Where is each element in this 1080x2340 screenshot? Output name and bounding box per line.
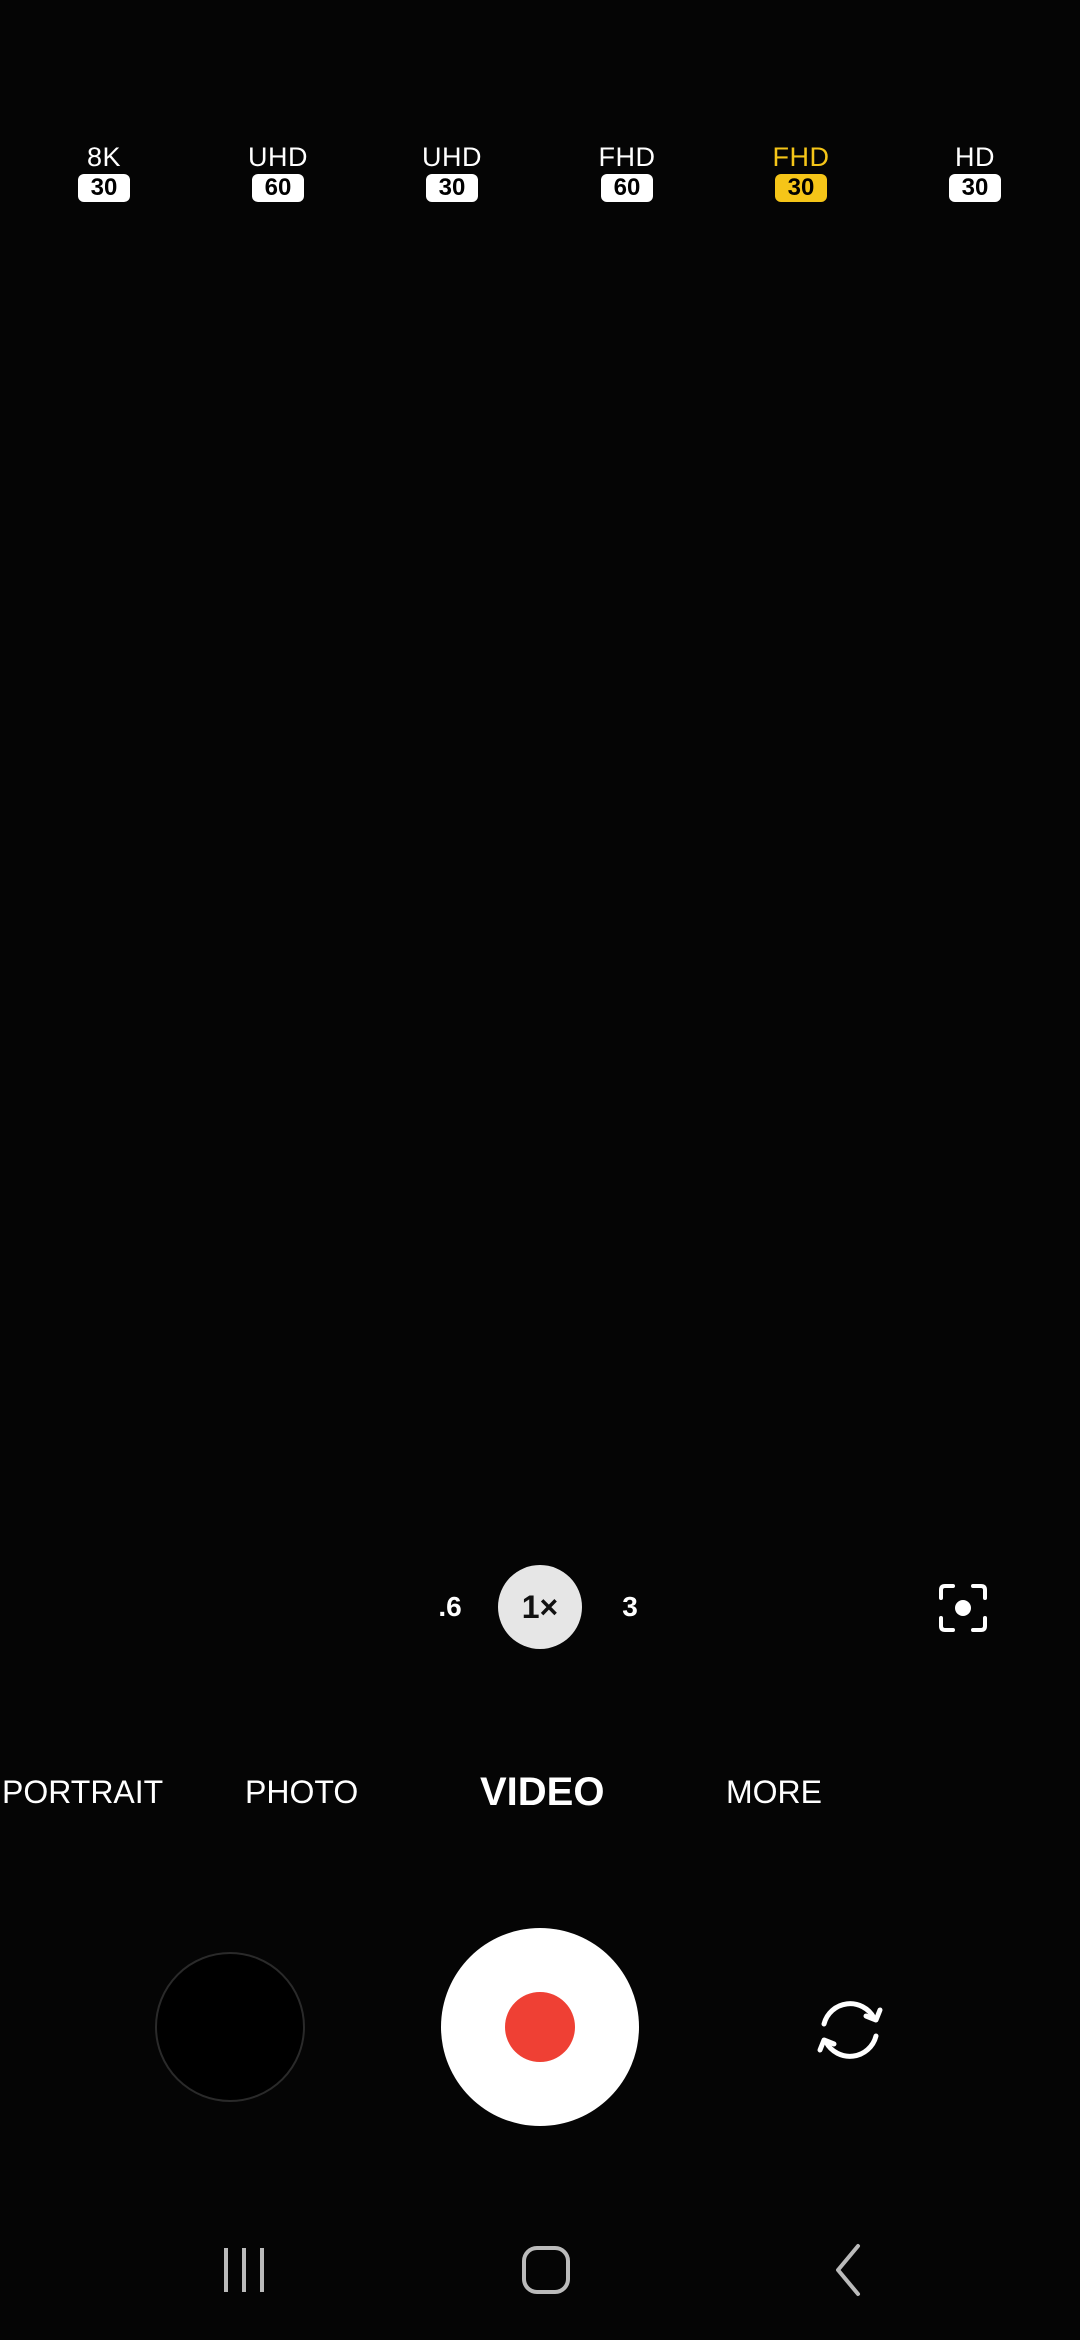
resolution-option-hd-30[interactable]: HD 30 [905, 140, 1045, 202]
home-icon[interactable] [506, 2240, 586, 2300]
resolution-option-8k-30[interactable]: 8K 30 [34, 140, 174, 202]
record-button[interactable] [441, 1928, 639, 2126]
resolution-option-fhd-30[interactable]: FHD 30 [731, 140, 871, 202]
zoom-selector: .6 1× 3 [0, 1565, 1080, 1649]
mode-video[interactable]: VIDEO [480, 1762, 604, 1822]
resolution-option-uhd-30[interactable]: UHD 30 [382, 140, 522, 202]
resolution-label: UHD [422, 142, 482, 172]
fps-badge: 30 [426, 174, 478, 202]
resolution-label: FHD [598, 142, 656, 172]
fps-badge: 30 [775, 174, 827, 202]
resolution-option-fhd-60[interactable]: FHD 60 [557, 140, 697, 202]
recents-icon[interactable] [204, 2240, 284, 2300]
fps-badge: 60 [601, 174, 653, 202]
record-icon [505, 1992, 575, 2062]
mode-more[interactable]: MORE [726, 1762, 822, 1822]
mode-selector: PORTRAIT PHOTO VIDEO MORE [0, 1762, 1080, 1822]
resolution-label: UHD [248, 142, 308, 172]
mode-photo[interactable]: PHOTO [245, 1762, 358, 1822]
resolution-label: HD [955, 142, 995, 172]
fps-badge: 60 [252, 174, 304, 202]
zoom-tele-button[interactable]: 3 [600, 1565, 660, 1649]
back-icon[interactable] [810, 2240, 890, 2300]
resolution-selector: 8K 30 UHD 60 UHD 30 FHD 60 FHD 30 HD 30 [0, 140, 1080, 220]
zoom-ultrawide-button[interactable]: .6 [420, 1565, 480, 1649]
zoom-1x-button[interactable]: 1× [498, 1565, 582, 1649]
gallery-thumbnail[interactable] [155, 1952, 305, 2102]
switch-camera-icon[interactable] [808, 1988, 892, 2072]
mode-portrait[interactable]: PORTRAIT [2, 1762, 163, 1822]
fps-badge: 30 [949, 174, 1001, 202]
resolution-option-uhd-60[interactable]: UHD 60 [208, 140, 348, 202]
focus-lock-icon[interactable] [935, 1580, 991, 1636]
navigation-bar [0, 2220, 1080, 2320]
resolution-label: FHD [772, 142, 830, 172]
fps-badge: 30 [78, 174, 130, 202]
resolution-label: 8K [86, 142, 122, 172]
